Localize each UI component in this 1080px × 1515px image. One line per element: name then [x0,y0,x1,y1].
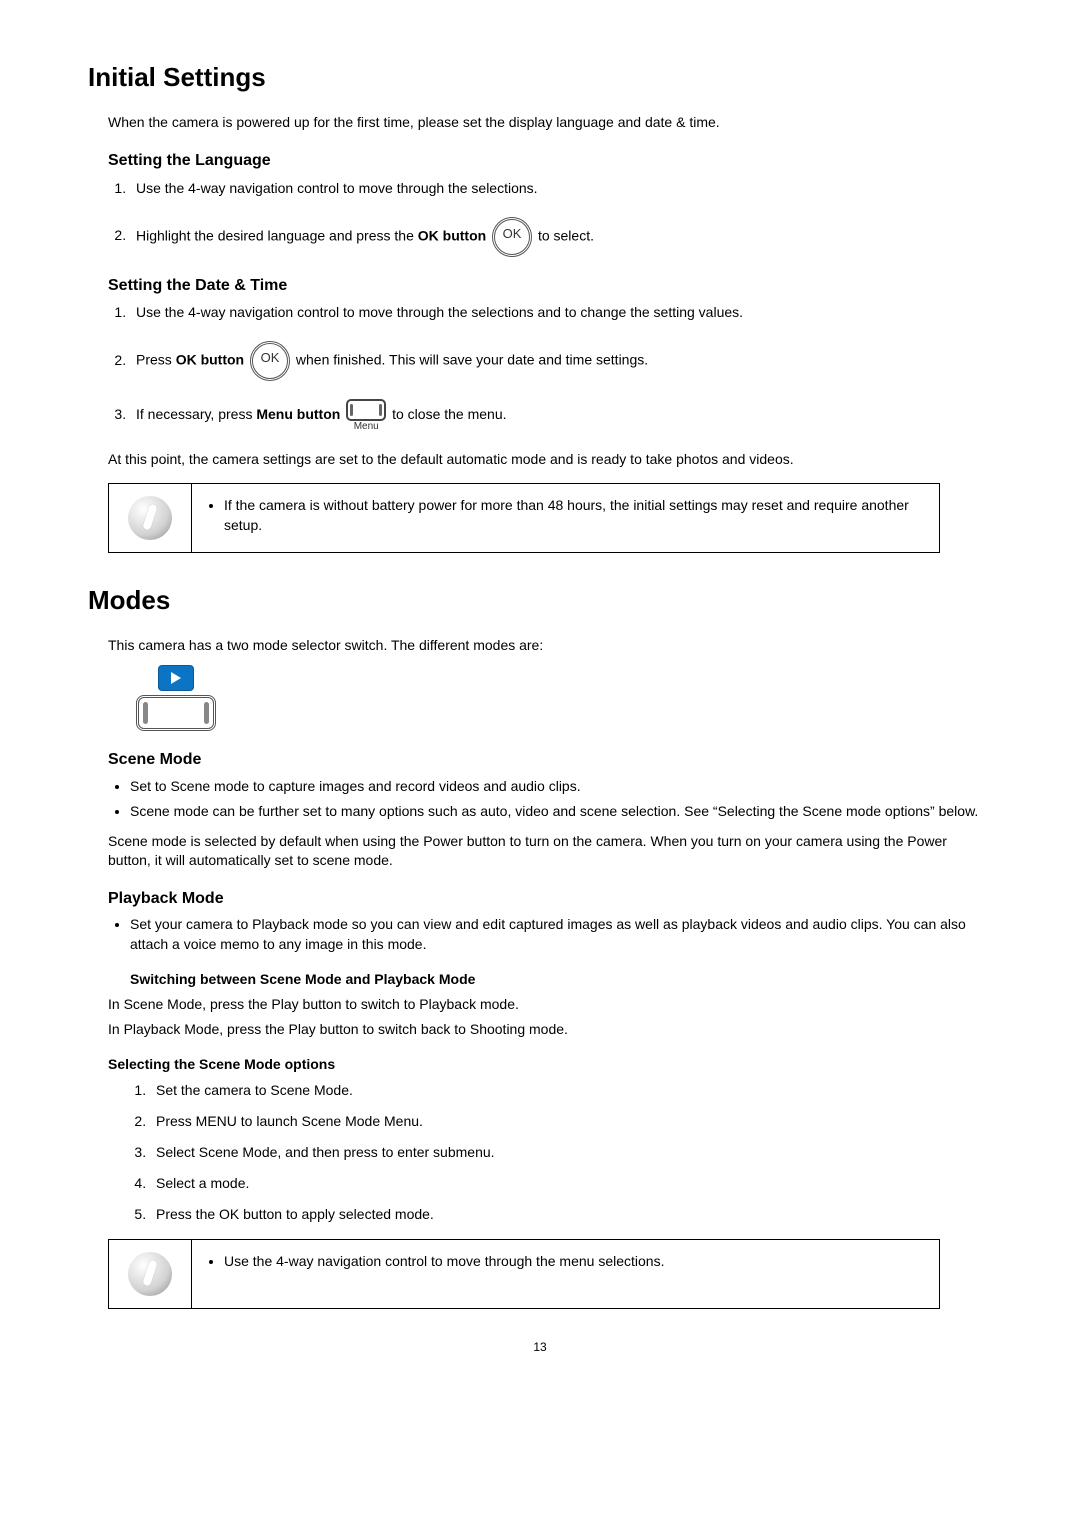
scene-bullet-2: Scene mode can be further set to many op… [130,802,992,822]
page-number: 13 [88,1339,992,1355]
lang-step-2: Highlight the desired language and press… [130,217,992,257]
lang-step-1: Use the 4-way navigation control to move… [130,178,992,199]
heading-initial-settings: Initial Settings [88,60,992,95]
playback-bullet-1: Set your camera to Playback mode so you … [130,915,992,954]
heading-setting-date-time: Setting the Date & Time [108,275,992,297]
select-step-1: Set the camera to Scene Mode. [150,1080,992,1101]
menu-button-icon: Menu [346,399,386,432]
ok-button-label: OK button [418,227,486,243]
dt-step-1: Use the 4-way navigation control to move… [130,302,992,323]
menu-icon-label: Menu [346,422,386,432]
dt-step-2: Press OK button OK when finished. This w… [130,341,992,381]
heading-modes: Modes [88,583,992,618]
switching-line-1: In Scene Mode, press the Play button to … [108,995,992,1014]
text: If necessary, press [136,406,256,422]
select-step-3: Select Scene Mode, and then press to ent… [150,1142,992,1163]
text: to close the menu. [392,406,506,422]
text: Press [136,352,176,368]
menu-button-label: Menu button [256,406,340,422]
heading-playback-mode: Playback Mode [108,888,992,910]
text: when finished. This will save your date … [296,352,648,368]
heading-setting-language: Setting the Language [108,150,992,172]
intro-text: When the camera is powered up for the fi… [108,113,992,132]
ok-button-icon: OK [492,217,532,257]
closing-text: At this point, the camera settings are s… [108,450,992,469]
switching-line-2: In Playback Mode, press the Play button … [108,1020,992,1039]
text: to select. [538,227,594,243]
heading-selecting-scene-options: Selecting the Scene Mode options [108,1055,992,1074]
info-icon [128,1252,172,1296]
text: Highlight the desired language and press… [136,227,418,243]
scene-paragraph: Scene mode is selected by default when u… [108,832,992,870]
note-box: If the camera is without battery power f… [108,483,940,553]
modes-intro: This camera has a two mode selector swit… [108,636,992,655]
dt-step-3: If necessary, press Menu button Menu to … [130,399,992,432]
scene-bullet-1: Set to Scene mode to capture images and … [130,777,992,797]
select-step-2: Press MENU to launch Scene Mode Menu. [150,1111,992,1132]
select-step-4: Select a mode. [150,1173,992,1194]
mode-selector-icon [136,665,216,731]
ok-button-label: OK button [176,352,244,368]
note-box: Use the 4-way navigation control to move… [108,1239,940,1309]
select-step-5: Press the OK button to apply selected mo… [150,1204,992,1225]
ok-button-icon: OK [250,341,290,381]
play-icon [158,665,194,691]
heading-switching-modes: Switching between Scene Mode and Playbac… [130,970,992,989]
note-text: If the camera is without battery power f… [224,496,923,535]
note-text: Use the 4-way navigation control to move… [224,1252,923,1272]
heading-scene-mode: Scene Mode [108,749,992,771]
info-icon [128,496,172,540]
